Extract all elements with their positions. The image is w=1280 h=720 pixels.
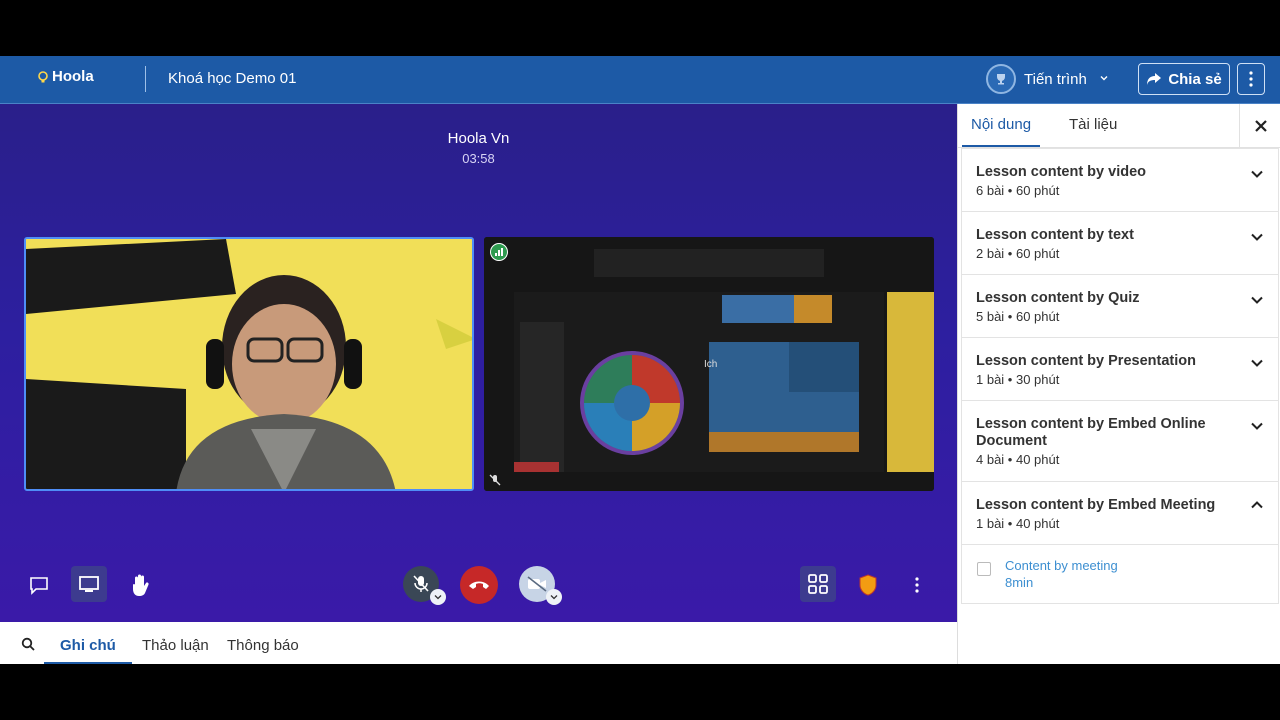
lightbulb-icon	[38, 70, 48, 82]
screen-share-button[interactable]	[71, 566, 107, 602]
tab-notes[interactable]: Ghi chú	[60, 637, 116, 654]
tab-announcements[interactable]: Thông báo	[227, 637, 299, 654]
trophy-icon	[986, 64, 1016, 94]
more-actions-button[interactable]	[908, 572, 926, 598]
layout-grid-button[interactable]	[800, 566, 836, 602]
end-call-button[interactable]	[460, 566, 498, 604]
logo[interactable]: Hoola	[36, 68, 94, 85]
section-title: Lesson content by text	[976, 227, 1134, 243]
section-title: Lesson content by Embed Meeting	[976, 497, 1216, 513]
grid-icon	[808, 574, 828, 594]
section-video[interactable]: Lesson content by video 6 bài • 60 phút	[961, 148, 1279, 212]
chevron-down-icon	[1251, 233, 1263, 241]
section-meta: 6 bài • 60 phút	[976, 183, 1060, 198]
progress-label: Tiến trình	[1024, 70, 1087, 88]
share-button[interactable]: Chia sẻ	[1138, 63, 1230, 95]
mic-muted-icon	[488, 473, 502, 487]
share-label: Chia sẻ	[1168, 70, 1222, 88]
lesson-duration: 8min	[1005, 575, 1034, 590]
chevron-down-icon	[1251, 422, 1263, 430]
share-arrow-icon	[1147, 73, 1162, 85]
kebab-menu-icon	[915, 577, 919, 593]
chevron-down-icon	[1251, 296, 1263, 304]
app-frame: Hoola Khoá học Demo 01 Tiến trình Chia s…	[0, 56, 1280, 664]
kebab-menu-icon	[1249, 71, 1253, 87]
close-icon	[1254, 120, 1267, 132]
tab-content[interactable]: Nội dung	[971, 116, 1031, 133]
section-meta: 5 bài • 60 phút	[976, 309, 1060, 324]
section-title: Lesson content by video	[976, 164, 1146, 180]
participant-video-tile[interactable]	[24, 237, 474, 491]
mic-options-button[interactable]	[430, 589, 446, 605]
camera-options-button[interactable]	[546, 589, 562, 605]
section-meta: 1 bài • 40 phút	[976, 516, 1060, 531]
sidebar-tabs: Nội dung Tài liệu	[958, 104, 1280, 148]
section-title: Lesson content by Embed Online Document	[976, 416, 1206, 449]
section-title: Lesson content by Quiz	[976, 290, 1140, 306]
screen-share-caption: Ich	[704, 359, 718, 370]
monitor-icon	[79, 576, 99, 592]
call-timer: 03:58	[462, 151, 495, 166]
chevron-down-icon	[1099, 73, 1109, 86]
section-presentation[interactable]: Lesson content by Presentation 1 bài • 3…	[961, 337, 1279, 401]
lesson-item[interactable]: Content by meeting 8min	[961, 544, 1279, 604]
more-options-button[interactable]	[1237, 63, 1265, 95]
section-meta: 4 bài • 40 phút	[976, 452, 1060, 467]
raise-hand-button[interactable]	[126, 570, 154, 600]
host-name: Hoola Vn	[447, 130, 510, 147]
section-text[interactable]: Lesson content by text 2 bài • 60 phút	[961, 211, 1279, 275]
tab-documents[interactable]: Tài liệu	[1069, 116, 1117, 133]
hand-icon	[133, 574, 149, 596]
search-button[interactable]	[20, 636, 36, 652]
section-title: Lesson content by Presentation	[976, 353, 1196, 369]
chevron-down-icon	[434, 595, 442, 600]
chevron-down-icon	[550, 595, 558, 600]
phone-hangup-icon	[469, 581, 489, 589]
signal-strength-icon	[490, 243, 508, 261]
header-divider	[145, 66, 146, 92]
section-embed-meeting[interactable]: Lesson content by Embed Meeting 1 bài • …	[961, 481, 1279, 545]
search-icon	[21, 637, 35, 651]
active-tab-indicator	[44, 662, 132, 664]
close-sidebar-button[interactable]	[1239, 104, 1280, 148]
course-title: Khoá học Demo 01	[168, 70, 297, 87]
chat-bubble-icon	[30, 577, 48, 595]
chevron-down-icon	[1251, 170, 1263, 178]
section-embed-document[interactable]: Lesson content by Embed Online Document …	[961, 400, 1279, 482]
tab-discussion[interactable]: Thảo luận	[142, 637, 209, 654]
chat-button[interactable]	[26, 572, 52, 598]
participant-video	[26, 239, 472, 489]
lesson-checkbox[interactable]	[977, 562, 991, 576]
top-header: Hoola Khoá học Demo 01 Tiến trình Chia s…	[0, 56, 1280, 104]
section-meta: 1 bài • 30 phút	[976, 372, 1060, 387]
active-tab-indicator	[962, 145, 1040, 147]
chevron-down-icon	[1251, 359, 1263, 367]
course-sidebar: Nội dung Tài liệu Lesson content by vide…	[957, 104, 1280, 664]
video-off-icon	[527, 576, 547, 592]
screen-share-tile[interactable]: Ich	[484, 237, 934, 491]
section-quiz[interactable]: Lesson content by Quiz 5 bài • 60 phút	[961, 274, 1279, 338]
mic-off-icon	[413, 575, 429, 592]
bottom-tabs-bar: Ghi chú Thảo luận Thông báo	[0, 622, 957, 664]
lesson-name[interactable]: Content by meeting	[1005, 558, 1118, 573]
logo-text: Hoola	[52, 68, 94, 85]
chevron-up-icon	[1251, 501, 1263, 509]
section-meta: 2 bài • 60 phút	[976, 246, 1060, 261]
progress-dropdown[interactable]: Tiến trình	[986, 64, 1109, 94]
security-button[interactable]	[856, 572, 880, 598]
shield-icon	[859, 574, 877, 596]
meeting-stage: Hoola Vn 03:58 Ich	[0, 104, 957, 622]
